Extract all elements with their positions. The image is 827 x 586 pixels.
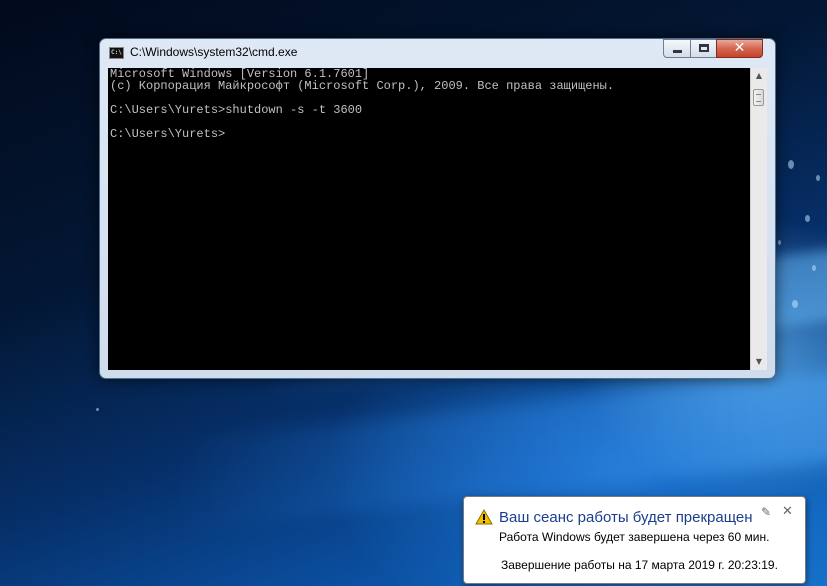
scroll-thumb[interactable] bbox=[753, 89, 764, 106]
maximize-icon bbox=[699, 44, 709, 52]
shutdown-notification[interactable]: Ваш сеанс работы будет прекращен ✎ ✕ Раб… bbox=[463, 496, 806, 584]
notification-message: Работа Windows будет завершена через 60 … bbox=[499, 530, 770, 544]
warning-icon bbox=[475, 509, 493, 525]
window-title: C:\Windows\system32\cmd.exe bbox=[130, 45, 298, 59]
wallpaper-droplet bbox=[96, 408, 99, 411]
console-line: (c) Корпорация Майкрософт (Microsoft Cor… bbox=[110, 79, 615, 93]
wallpaper-droplet bbox=[812, 265, 816, 271]
notification-title: Ваш сеанс работы будет прекращен bbox=[499, 509, 753, 526]
close-button[interactable]: ✕ bbox=[716, 39, 763, 58]
console-text: Microsoft Windows [Version 6.1.7601] (c)… bbox=[110, 68, 614, 140]
notification-detail: Завершение работы на 17 марта 2019 г. 20… bbox=[501, 558, 778, 572]
wallpaper-droplet bbox=[816, 175, 820, 181]
close-icon: ✕ bbox=[733, 40, 746, 56]
scroll-up-arrow-icon[interactable]: ▲ bbox=[751, 68, 767, 84]
console-line: C:\Users\Yurets>shutdown -s -t 3600 bbox=[110, 103, 363, 117]
wallpaper-droplet bbox=[788, 160, 794, 169]
pin-icon[interactable]: ✎ bbox=[761, 505, 771, 519]
cmd-icon: C:\ bbox=[109, 47, 124, 59]
console-output[interactable]: Microsoft Windows [Version 6.1.7601] (c)… bbox=[108, 68, 750, 370]
cmd-window[interactable]: C:\ C:\Windows\system32\cmd.exe ✕ Micros… bbox=[99, 38, 776, 379]
notification-close-icon[interactable]: ✕ bbox=[782, 504, 793, 519]
maximize-button[interactable] bbox=[690, 39, 717, 58]
minimize-icon bbox=[673, 50, 682, 53]
vertical-scrollbar[interactable]: ▲ ▼ bbox=[750, 68, 767, 370]
title-bar[interactable]: C:\ C:\Windows\system32\cmd.exe ✕ bbox=[100, 39, 775, 67]
console-prompt: C:\Users\Yurets> bbox=[110, 127, 226, 141]
minimize-button[interactable] bbox=[663, 39, 691, 58]
wallpaper-droplet bbox=[805, 215, 810, 222]
wallpaper-droplet bbox=[778, 240, 781, 245]
scroll-down-arrow-icon[interactable]: ▼ bbox=[751, 354, 767, 370]
wallpaper-droplet bbox=[792, 300, 798, 308]
